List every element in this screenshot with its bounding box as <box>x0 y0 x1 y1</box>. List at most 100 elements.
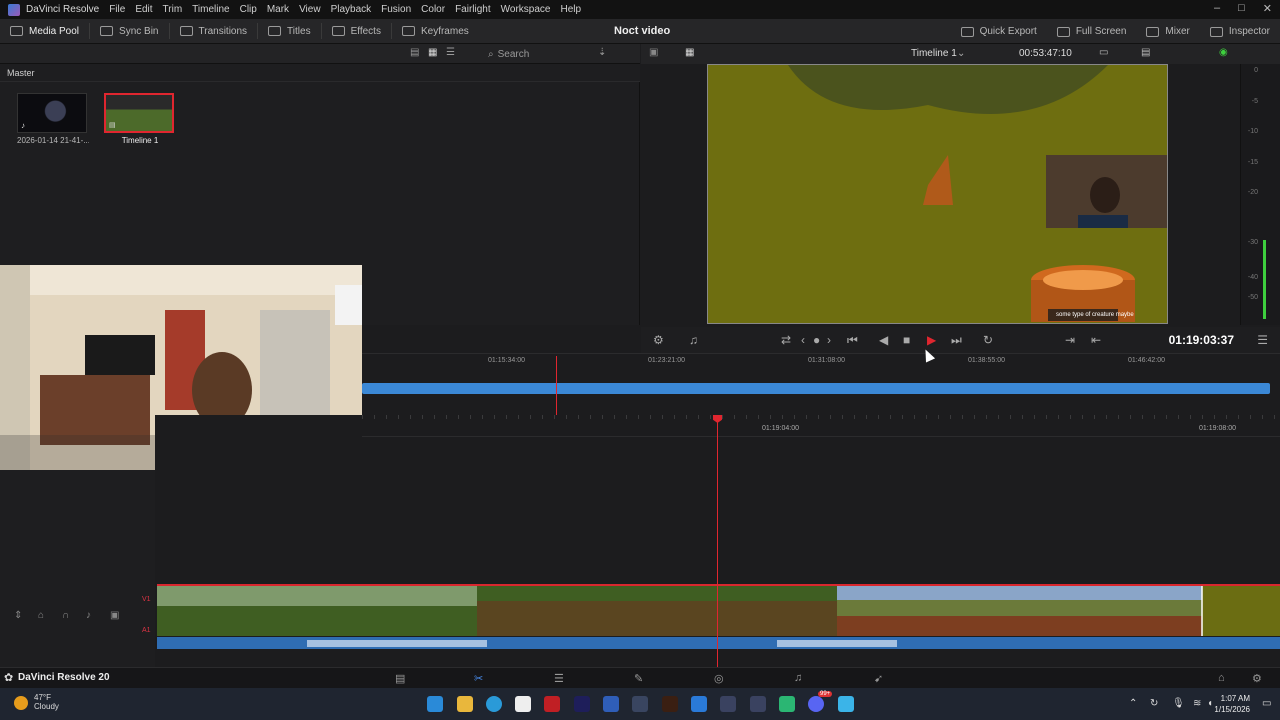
search-input[interactable]: ⌕ Search <box>488 47 588 61</box>
calculator-icon[interactable] <box>750 696 766 712</box>
menu-color[interactable]: Color <box>421 4 445 15</box>
menu-timeline[interactable]: Timeline <box>192 4 229 15</box>
discord-icon[interactable] <box>808 696 824 712</box>
notepad-icon[interactable] <box>838 696 854 712</box>
loop-icon[interactable]: ↻ <box>983 333 993 347</box>
edge-icon[interactable] <box>486 696 502 712</box>
chevron-down-icon[interactable]: ⌄ <box>957 48 965 59</box>
deliver-page-icon[interactable]: ➹ <box>874 672 883 685</box>
mini-playhead[interactable] <box>556 356 557 415</box>
output-icon[interactable]: ▤ <box>1141 47 1150 58</box>
menu-edit[interactable]: Edit <box>135 4 152 15</box>
jump-to-start-icon[interactable]: ⏮ <box>847 333 858 348</box>
effects-button[interactable]: Effects <box>322 19 391 44</box>
transitions-button[interactable]: Transitions <box>170 19 258 44</box>
menu-help[interactable]: Help <box>560 4 581 15</box>
track-output-icon[interactable]: ▣ <box>110 610 119 621</box>
next-keyframe-icon[interactable]: › <box>827 333 831 347</box>
mini-timeline-track[interactable] <box>362 383 1270 394</box>
audio-track-label[interactable]: A1 <box>142 627 151 634</box>
list-view-icon[interactable]: ☰ <box>446 47 455 58</box>
cut-page-icon[interactable]: ✂ <box>474 672 483 685</box>
menu-view[interactable]: View <box>299 4 321 15</box>
security-app-icon[interactable] <box>544 696 560 712</box>
timeline-ruler[interactable]: 01:19:04:00 01:19:08:00 <box>362 415 1280 437</box>
fusion-page-icon[interactable]: ✎ <box>634 672 643 685</box>
playhead[interactable] <box>717 417 718 667</box>
home-icon[interactable]: ⌂ <box>1218 672 1225 684</box>
mark-in-icon[interactable]: ⇥ <box>1065 333 1075 347</box>
app-icon[interactable] <box>779 696 795 712</box>
prev-keyframe-icon[interactable]: ‹ <box>801 333 805 347</box>
color-icon[interactable]: ◉ <box>1219 47 1228 58</box>
audio-icon[interactable]: ♫ <box>689 333 698 347</box>
menu-trim[interactable]: Trim <box>163 4 183 15</box>
davinci-taskbar-icon[interactable] <box>632 696 648 712</box>
settings-icon[interactable]: ⚙ <box>653 333 664 347</box>
track-move-icon[interactable]: ⇕ <box>14 610 22 621</box>
video-preview[interactable]: some type of creature maybe <box>707 64 1168 324</box>
timeline-clip[interactable]: ▤ Timeline 1 <box>104 93 176 145</box>
store-icon[interactable] <box>515 696 531 712</box>
mini-timeline-ruler[interactable]: 01:15:34:00 01:23:21:00 01:31:08:00 01:3… <box>362 353 1280 369</box>
sync-icon[interactable]: ↻ <box>1150 698 1158 709</box>
menu-fusion[interactable]: Fusion <box>381 4 411 15</box>
premiere-icon[interactable] <box>574 696 590 712</box>
media-clip[interactable]: ♪ 2026-01-14 21-41-... <box>17 93 89 145</box>
view-mode-icon[interactable]: ▤ <box>410 47 419 58</box>
viewer-layout-icon[interactable]: ▣ <box>649 47 658 58</box>
quick-export-button[interactable]: Quick Export <box>951 19 1047 44</box>
volume-icon[interactable]: ◖ <box>1207 698 1213 709</box>
audio-track[interactable] <box>157 637 1280 649</box>
media-pool-button[interactable]: Media Pool <box>0 19 89 44</box>
bin-name[interactable]: Master <box>7 68 35 78</box>
headphones-icon[interactable]: ∩ <box>62 610 69 621</box>
viewer-options-icon[interactable]: ▭ <box>1099 47 1108 58</box>
font-app-icon[interactable] <box>662 696 678 712</box>
maximize-icon[interactable]: □ <box>1238 2 1245 15</box>
play-icon[interactable]: ▶ <box>927 333 936 347</box>
notification-icon[interactable]: ▭ <box>1262 698 1271 709</box>
menu-fairlight[interactable]: Fairlight <box>455 4 491 15</box>
viewer-mode-icon[interactable]: ▦ <box>685 47 694 58</box>
system-clock[interactable]: 1:07 AM 1/15/2026 <box>1214 693 1250 715</box>
app-icon[interactable] <box>720 696 736 712</box>
speaker-icon[interactable]: ♪ <box>86 610 91 621</box>
fairlight-page-icon[interactable]: ♫ <box>794 672 802 684</box>
menu-mark[interactable]: Mark <box>267 4 289 15</box>
sort-icon[interactable]: ⇣ <box>598 47 606 58</box>
menu-file[interactable]: File <box>109 4 125 15</box>
menu-playback[interactable]: Playback <box>331 4 372 15</box>
keyframes-button[interactable]: Keyframes <box>392 19 479 44</box>
keyframe-icon[interactable]: ● <box>813 333 820 347</box>
microphone-icon[interactable]: 🎙 <box>1172 698 1185 709</box>
minimize-icon[interactable]: – <box>1214 2 1220 15</box>
project-settings-icon[interactable]: ⚙ <box>1252 672 1262 685</box>
jump-to-end-icon[interactable]: ⏭ <box>951 333 962 348</box>
video-track-label[interactable]: V1 <box>142 596 151 603</box>
edit-page-icon[interactable]: ☰ <box>554 672 564 685</box>
menu-clip[interactable]: Clip <box>240 4 257 15</box>
close-icon[interactable]: ✕ <box>1263 2 1272 15</box>
app-icon[interactable] <box>691 696 707 712</box>
file-explorer-icon[interactable] <box>457 696 473 712</box>
weather-widget[interactable]: 47°F Cloudy <box>14 693 59 711</box>
mark-out-icon[interactable]: ⇤ <box>1091 333 1101 347</box>
video-track[interactable] <box>157 584 1280 636</box>
menu-workspace[interactable]: Workspace <box>501 4 551 15</box>
wifi-icon[interactable]: ≋ <box>1193 698 1201 709</box>
play-reverse-icon[interactable]: ◀ <box>879 333 888 347</box>
start-icon[interactable] <box>427 696 443 712</box>
stop-icon[interactable]: ■ <box>903 333 910 347</box>
options-menu-icon[interactable]: ☰ <box>1257 333 1268 347</box>
chevron-up-icon[interactable]: ⌃ <box>1129 698 1137 709</box>
loop-segment-icon[interactable]: ⇄ <box>781 333 791 347</box>
titles-button[interactable]: Titles <box>258 19 321 44</box>
sync-bin-button[interactable]: Sync Bin <box>90 19 168 44</box>
lock-icon[interactable]: ⌂ <box>38 610 44 621</box>
word-icon[interactable] <box>603 696 619 712</box>
inspector-button[interactable]: Inspector <box>1200 19 1280 44</box>
timeline-selector[interactable]: Timeline 1 <box>911 48 957 59</box>
color-page-icon[interactable]: ◎ <box>714 672 724 685</box>
grid-view-icon[interactable]: ▦ <box>428 47 437 58</box>
